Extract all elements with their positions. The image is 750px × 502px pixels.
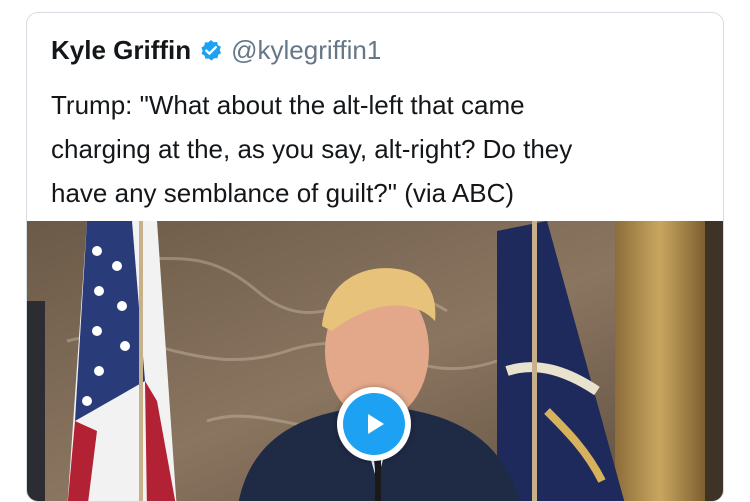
- tweet-header: Kyle Griffin @kylegriffin1: [51, 35, 381, 66]
- tweet-card[interactable]: Kyle Griffin @kylegriffin1 Trump: "What …: [26, 12, 724, 502]
- author-name[interactable]: Kyle Griffin: [51, 35, 191, 66]
- play-icon: [343, 393, 405, 455]
- tweet-text-line: charging at the, as you say, alt-right? …: [51, 134, 573, 164]
- author-handle[interactable]: @kylegriffin1: [231, 35, 381, 66]
- video-thumbnail[interactable]: [27, 221, 723, 501]
- play-button[interactable]: [337, 387, 411, 461]
- verified-badge-icon: [199, 39, 223, 63]
- tweet-text-line: Trump: "What about the alt-left that cam…: [51, 90, 525, 120]
- tweet-text: Trump: "What about the alt-left that cam…: [51, 83, 711, 215]
- tweet-text-line: have any semblance of guilt?" (via ABC): [51, 178, 515, 208]
